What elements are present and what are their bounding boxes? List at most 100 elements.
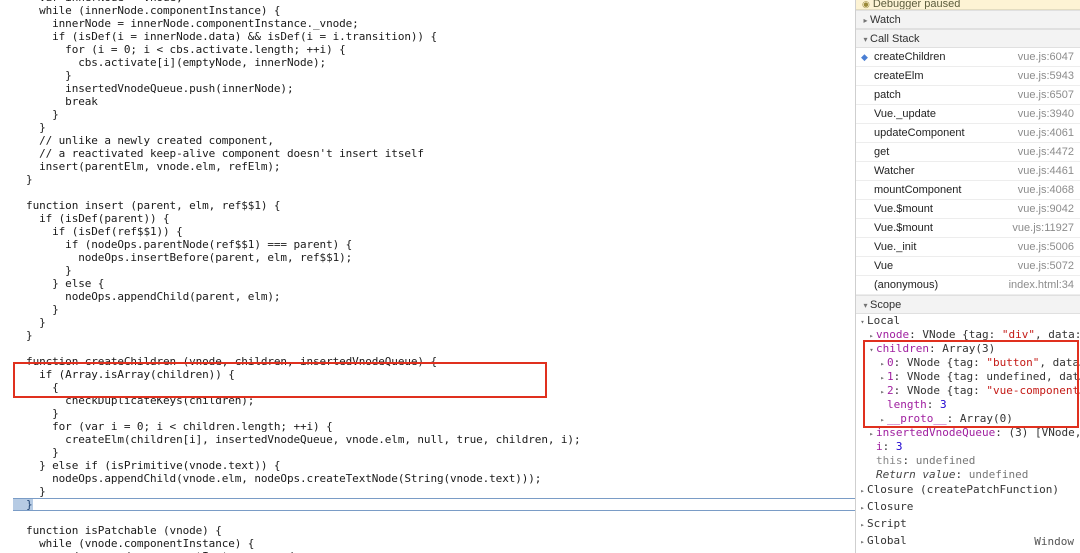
code-line[interactable]: insert(parentElm, vnode.elm, refElm); bbox=[13, 160, 855, 173]
watch-section-header[interactable]: ▸ Watch bbox=[856, 10, 1080, 29]
source-code-pane[interactable]: var innerNode = vnode; while (innerNode.… bbox=[0, 0, 855, 553]
code-line[interactable]: createElm(children[i], insertedVnodeQueu… bbox=[13, 433, 855, 446]
disclosure-triangle-icon[interactable]: ▸ bbox=[878, 357, 887, 370]
code-line[interactable]: if (isDef(i = innerNode.data) && isDef(i… bbox=[13, 30, 855, 43]
code-line[interactable]: } bbox=[13, 303, 855, 316]
code-line[interactable]: if (Array.isArray(children)) { bbox=[13, 368, 855, 381]
call-stack-section-header[interactable]: ▾ Call Stack bbox=[856, 29, 1080, 48]
scope-entry[interactable]: ▸0: VNode {tag: "button", data… bbox=[856, 356, 1080, 370]
scope-entry[interactable]: ▾ children: Array(3) bbox=[856, 342, 1080, 356]
call-stack-row[interactable]: patch vue.js:6507 bbox=[856, 86, 1080, 105]
scope-group-row[interactable]: ▸ Script bbox=[856, 516, 1080, 533]
scope-tree[interactable]: ▾Local ▸vnode: VNode {tag: "div", data:…… bbox=[856, 314, 1080, 550]
disclosure-triangle-icon[interactable]: ▸ bbox=[878, 413, 887, 426]
code-line[interactable]: function createChildren (vnode, children… bbox=[13, 355, 855, 368]
code-line[interactable]: // unlike a newly created component, bbox=[13, 134, 855, 147]
scope-entry[interactable]: this: undefined bbox=[856, 454, 1080, 468]
disclosure-triangle-icon[interactable]: ▸ bbox=[878, 371, 887, 384]
code-line[interactable]: } bbox=[13, 407, 855, 420]
disclosure-triangle-icon[interactable]: ▸ bbox=[858, 483, 867, 499]
disclosure-triangle-icon[interactable]: ▸ bbox=[867, 329, 876, 342]
code-line[interactable]: checkDuplicateKeys(children); bbox=[13, 394, 855, 407]
scope-group-value: Window bbox=[1034, 535, 1074, 548]
call-stack-row[interactable]: Vue vue.js:5072 bbox=[856, 257, 1080, 276]
call-stack-row[interactable]: Vue._update vue.js:3940 bbox=[856, 105, 1080, 124]
scope-entry[interactable]: ▸ 2: VNode {tag: "vue-component… bbox=[856, 384, 1080, 398]
scope-entry[interactable]: Return value: undefined bbox=[856, 468, 1080, 482]
chevron-down-icon[interactable]: ▾ bbox=[861, 30, 870, 49]
scope-entry-value: Array(0) bbox=[959, 412, 1013, 425]
code-line[interactable]: } bbox=[13, 108, 855, 121]
code-line[interactable]: nodeOps.appendChild(parent, elm); bbox=[13, 290, 855, 303]
disclosure-triangle-icon[interactable]: ▸ bbox=[867, 427, 876, 440]
chevron-down-icon[interactable]: ▾ bbox=[858, 315, 867, 328]
call-stack-row[interactable]: Watcher vue.js:4461 bbox=[856, 162, 1080, 181]
chevron-down-icon[interactable]: ▾ bbox=[861, 296, 870, 315]
code-line[interactable]: for (var i = 0; i < children.length; ++i… bbox=[13, 420, 855, 433]
code-line[interactable]: if (nodeOps.parentNode(ref$$1) === paren… bbox=[13, 238, 855, 251]
scope-entry[interactable]: i: 3 bbox=[856, 440, 1080, 454]
code-line[interactable]: } bbox=[13, 485, 855, 498]
code-line[interactable]: innerNode = innerNode.componentInstance.… bbox=[13, 17, 855, 30]
scope-entry-value-tail: , data:… bbox=[1034, 328, 1080, 341]
code-line[interactable] bbox=[13, 342, 855, 355]
code-line[interactable]: } bbox=[13, 121, 855, 134]
call-stack-row[interactable]: updateComponent vue.js:4061 bbox=[856, 124, 1080, 143]
code-line[interactable]: { bbox=[13, 381, 855, 394]
chevron-right-icon[interactable]: ▸ bbox=[861, 11, 870, 30]
code-line[interactable]: } bbox=[13, 173, 855, 186]
disclosure-triangle-icon[interactable]: ▸ bbox=[858, 517, 867, 533]
code-line[interactable]: // a reactivated keep-alive component do… bbox=[13, 147, 855, 160]
code-line[interactable]: } bbox=[13, 498, 855, 511]
code-line[interactable]: for (i = 0; i < cbs.activate.length; ++i… bbox=[13, 43, 855, 56]
scope-group-row[interactable]: ▸ Global Window bbox=[856, 533, 1080, 550]
scope-entry[interactable]: ▸vnode: VNode {tag: "div", data:… bbox=[856, 328, 1080, 342]
code-line[interactable]: function isPatchable (vnode) { bbox=[13, 524, 855, 537]
code-line[interactable]: } bbox=[13, 264, 855, 277]
code-line[interactable]: } else if (isPrimitive(vnode.text)) { bbox=[13, 459, 855, 472]
scope-group-name: Closure (createPatchFunction) bbox=[867, 483, 1060, 496]
code-line[interactable]: function insert (parent, elm, ref$$1) { bbox=[13, 199, 855, 212]
code-line[interactable]: nodeOps.appendChild(vnode.elm, nodeOps.c… bbox=[13, 472, 855, 485]
call-stack-row[interactable]: createElm vue.js:5943 bbox=[856, 67, 1080, 86]
call-stack-row[interactable]: mountComponent vue.js:4068 bbox=[856, 181, 1080, 200]
disclosure-triangle-icon[interactable]: ▸ bbox=[858, 534, 867, 550]
call-stack-row[interactable]: Vue.$mount vue.js:9042 bbox=[856, 200, 1080, 219]
scope-entry[interactable]: ▸ 1: VNode {tag: undefined, dat… bbox=[856, 370, 1080, 384]
disclosure-triangle-icon[interactable]: ▸ bbox=[878, 385, 887, 398]
scope-entry[interactable]: length: 3 bbox=[856, 398, 1080, 412]
code-line[interactable]: } else { bbox=[13, 277, 855, 290]
scope-entry[interactable]: ▸ __proto__: Array(0) bbox=[856, 412, 1080, 426]
code-line[interactable]: while (vnode.componentInstance) { bbox=[13, 537, 855, 550]
code-line[interactable]: if (isDef(ref$$1)) { bbox=[13, 225, 855, 238]
code-line[interactable]: if (isDef(parent)) { bbox=[13, 212, 855, 225]
code-line[interactable] bbox=[13, 186, 855, 199]
call-stack-row[interactable]: get vue.js:4472 bbox=[856, 143, 1080, 162]
call-stack-row[interactable]: (anonymous) index.html:34 bbox=[856, 276, 1080, 295]
call-stack-row[interactable]: Vue._init vue.js:5006 bbox=[856, 238, 1080, 257]
scope-local-row[interactable]: ▾ Local bbox=[856, 314, 1080, 328]
code-line[interactable]: cbs.activate[i](emptyNode, innerNode); bbox=[13, 56, 855, 69]
scope-group-label-wrap: ▸ Script bbox=[858, 516, 1074, 533]
call-stack-row[interactable]: ◆ createChildren vue.js:6047 bbox=[856, 48, 1080, 67]
code-listing[interactable]: var innerNode = vnode; while (innerNode.… bbox=[0, 0, 855, 553]
disclosure-triangle-icon[interactable]: ▸ bbox=[858, 500, 867, 516]
scope-group-row[interactable]: ▸ Closure bbox=[856, 499, 1080, 516]
code-line[interactable]: } bbox=[13, 316, 855, 329]
code-line[interactable] bbox=[13, 511, 855, 524]
call-stack-row[interactable]: Vue.$mount vue.js:11927 bbox=[856, 219, 1080, 238]
scope-entry[interactable]: ▸insertedVnodeQueue: (3) [VNode,… bbox=[856, 426, 1080, 440]
code-line[interactable]: } bbox=[13, 69, 855, 82]
code-line[interactable]: nodeOps.insertBefore(parent, elm, ref$$1… bbox=[13, 251, 855, 264]
code-line[interactable]: while (innerNode.componentInstance) { bbox=[13, 4, 855, 17]
code-line[interactable]: } bbox=[13, 329, 855, 342]
call-stack-location: vue.js:6047 bbox=[1017, 50, 1074, 63]
scope-entry-value: undefined bbox=[915, 454, 976, 467]
scope-entry-separator: : bbox=[909, 328, 923, 341]
scope-section-header[interactable]: ▾ Scope bbox=[856, 295, 1080, 314]
code-line[interactable]: insertedVnodeQueue.push(innerNode); bbox=[13, 82, 855, 95]
scope-group-row[interactable]: ▸ Closure (createPatchFunction) bbox=[856, 482, 1080, 499]
code-line[interactable]: break bbox=[13, 95, 855, 108]
disclosure-triangle-icon[interactable]: ▾ bbox=[867, 343, 876, 356]
code-line[interactable]: } bbox=[13, 446, 855, 459]
